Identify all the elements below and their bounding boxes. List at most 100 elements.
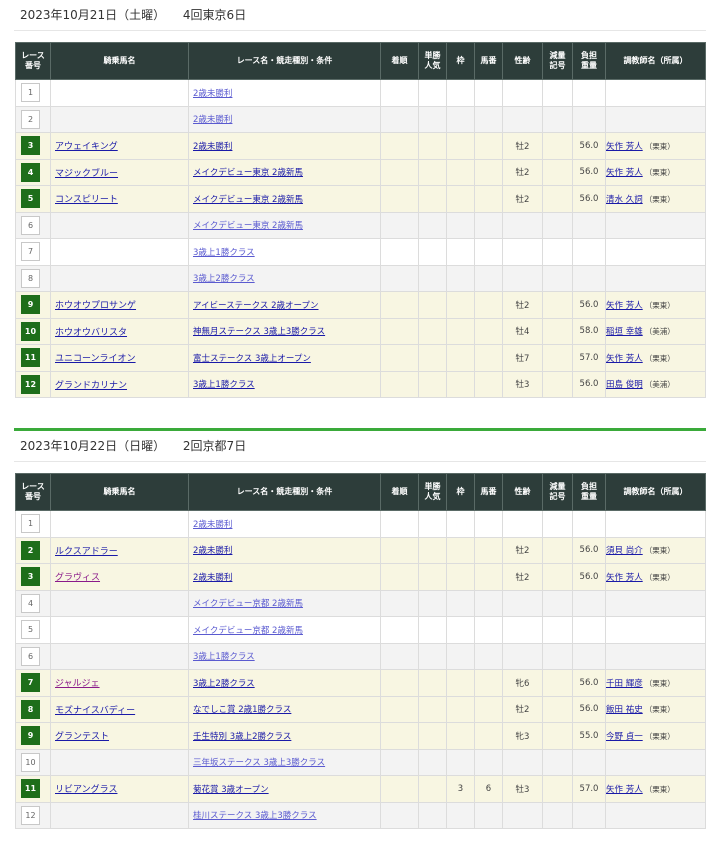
race-link[interactable]: 2歳未勝利	[189, 520, 232, 530]
horse-link[interactable]: リビアングラス	[51, 785, 117, 795]
race-row: 5 メイクデビュー京都 2歳新馬	[15, 616, 706, 644]
horse-link[interactable]: コンスピリート	[51, 195, 118, 205]
pop-cell	[418, 536, 447, 564]
age-cell	[502, 801, 543, 829]
column-header-text: 記号	[549, 61, 566, 70]
trainer-link[interactable]: 矢作 芳人	[606, 573, 643, 583]
num-cell	[474, 185, 503, 213]
trainer-link[interactable]: 須貝 尚介	[606, 546, 643, 556]
horse-link[interactable]: グランドカリナン	[51, 381, 127, 391]
horse-cell	[50, 105, 189, 133]
race-link[interactable]: 2歳未勝利	[189, 89, 232, 99]
rank-cell	[380, 158, 419, 186]
race-link[interactable]: 2歳未勝利	[189, 142, 232, 152]
race-cell: メイクデビュー京都 2歳新馬	[188, 589, 381, 617]
column-header-text: レース	[21, 51, 45, 60]
rank-cell	[380, 642, 419, 670]
race-link[interactable]: 2歳未勝利	[189, 546, 232, 556]
race-link[interactable]: 2歳未勝利	[189, 573, 232, 583]
reduce-cell	[542, 616, 573, 644]
column-header-text: 馬番	[480, 56, 497, 65]
column-header: 騎乗馬名	[50, 42, 189, 80]
horse-link[interactable]: ホウオウプロサンゲ	[51, 301, 136, 311]
race-link[interactable]: メイクデビュー京都 2歳新馬	[189, 626, 303, 636]
race-cell: 2歳未勝利	[188, 105, 381, 133]
race-cell: 三年坂ステークス 3歳上3勝クラス	[188, 748, 381, 776]
trainer-link[interactable]: 清水 久詞	[606, 195, 643, 205]
trainer-link[interactable]: 今野 貞一	[606, 732, 643, 742]
race-link[interactable]: メイクデビュー東京 2歳新馬	[189, 221, 303, 231]
horse-link[interactable]: ルクスアドラー	[51, 547, 118, 557]
race-number-badge: 1	[21, 83, 40, 103]
horse-link[interactable]: モズナイスバディー	[51, 706, 135, 716]
trainer-link[interactable]: 矢作 芳人	[606, 301, 643, 311]
race-cell: メイクデビュー東京 2歳新馬	[188, 211, 381, 239]
trainer-link[interactable]: 矢作 芳人	[606, 168, 643, 178]
race-number-cell: 4	[15, 589, 51, 617]
race-link[interactable]: メイクデビュー京都 2歳新馬	[189, 599, 303, 609]
column-header-text: 負担	[581, 482, 597, 491]
race-date: 2023年10月21日（土曜）	[20, 8, 166, 22]
race-link[interactable]: 3歳上2勝クラス	[189, 274, 255, 284]
trainer-link[interactable]: 千田 輝彦	[606, 679, 643, 689]
horse-link[interactable]: ジャルジェ	[51, 679, 100, 689]
horse-cell	[50, 589, 189, 617]
race-cell: 2歳未勝利	[188, 510, 381, 538]
race-link[interactable]: メイクデビュー東京 2歳新馬	[189, 195, 303, 205]
race-link[interactable]: 菊花賞 3歳オープン	[189, 785, 269, 795]
race-cell: メイクデビュー東京 2歳新馬	[188, 185, 381, 213]
weight-cell	[572, 616, 606, 644]
race-link[interactable]: 2歳未勝利	[189, 115, 232, 125]
trainer-affiliation: （栗東）	[644, 731, 675, 741]
race-link[interactable]: 三年坂ステークス 3歳上3勝クラス	[189, 758, 325, 768]
race-link[interactable]: アイビーステークス 2歳オープン	[189, 301, 319, 311]
meeting-name: 2回京都7日	[182, 439, 247, 453]
reduce-cell	[542, 748, 573, 776]
race-number-cell: 3	[15, 563, 51, 591]
race-link[interactable]: 壬生特別 3歳上2勝クラス	[189, 732, 291, 742]
horse-link[interactable]: グランテスト	[51, 732, 109, 742]
race-number-cell: 9	[15, 722, 51, 750]
horse-cell	[50, 238, 189, 266]
column-header: 枠	[446, 473, 475, 511]
trainer-link[interactable]: 稲垣 幸雄	[606, 327, 643, 337]
trainer-affiliation: （栗東）	[644, 300, 675, 310]
race-link[interactable]: メイクデビュー東京 2歳新馬	[189, 168, 303, 178]
horse-cell: ユニコーンライオン	[50, 344, 189, 372]
column-header-text: 単勝	[424, 51, 441, 60]
race-link[interactable]: 3歳上2勝クラス	[189, 679, 255, 689]
reduce-cell	[542, 291, 573, 319]
horse-link[interactable]: グラヴィス	[51, 573, 100, 583]
trainer-link[interactable]: 矢作 芳人	[606, 785, 643, 795]
frame-cell	[446, 695, 475, 723]
race-link[interactable]: なでしこ賞 2歳1勝クラス	[189, 705, 291, 715]
column-header-text: 着順	[391, 487, 408, 496]
race-link[interactable]: 富士ステークス 3歳上オープン	[189, 354, 311, 364]
trainer-link[interactable]: 矢作 芳人	[606, 142, 643, 152]
horse-link[interactable]: ホウオウバリスタ	[51, 328, 127, 338]
race-link[interactable]: 3歳上1勝クラス	[189, 248, 255, 258]
trainer-link[interactable]: 矢作 芳人	[606, 354, 643, 364]
trainer-link[interactable]: 飯田 祐史	[606, 705, 643, 715]
column-header-text: 性齢	[514, 56, 531, 65]
race-number-badge: 9	[21, 295, 40, 315]
horse-link[interactable]: マジックブルー	[51, 169, 118, 179]
race-link[interactable]: 3歳上1勝クラス	[189, 652, 255, 662]
weight-cell	[572, 589, 606, 617]
day-section-1: 2023年10月21日（土曜） 4回東京6日 レース 番号 騎乗馬名 レース名・競走種…	[0, 0, 720, 398]
race-link[interactable]: 神無月ステークス 3歳上3勝クラス	[189, 327, 325, 337]
trainer-link[interactable]: 田島 俊明	[606, 380, 643, 390]
race-link[interactable]: 3歳上1勝クラス	[189, 380, 255, 390]
num-cell	[474, 370, 503, 398]
weight-cell: 56.0	[572, 536, 606, 564]
num-cell	[474, 536, 503, 564]
rank-cell	[380, 317, 419, 345]
column-header: 単勝 人気	[418, 42, 447, 80]
rank-cell	[380, 536, 419, 564]
weight-cell	[572, 211, 606, 239]
divider	[14, 30, 706, 31]
horse-link[interactable]: ユニコーンライオン	[51, 354, 136, 364]
race-link[interactable]: 桂川ステークス 3歳上3勝クラス	[189, 811, 317, 821]
horse-link[interactable]: アウェイキング	[51, 142, 118, 152]
rank-cell	[380, 185, 419, 213]
